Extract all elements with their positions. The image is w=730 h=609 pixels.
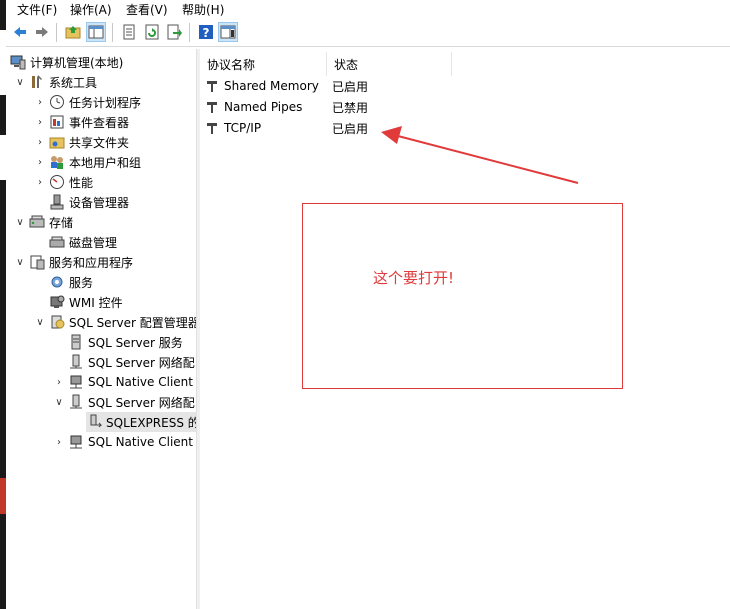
annotation-box [302,203,623,389]
annotation-note: 这个要打开! [373,269,455,287]
